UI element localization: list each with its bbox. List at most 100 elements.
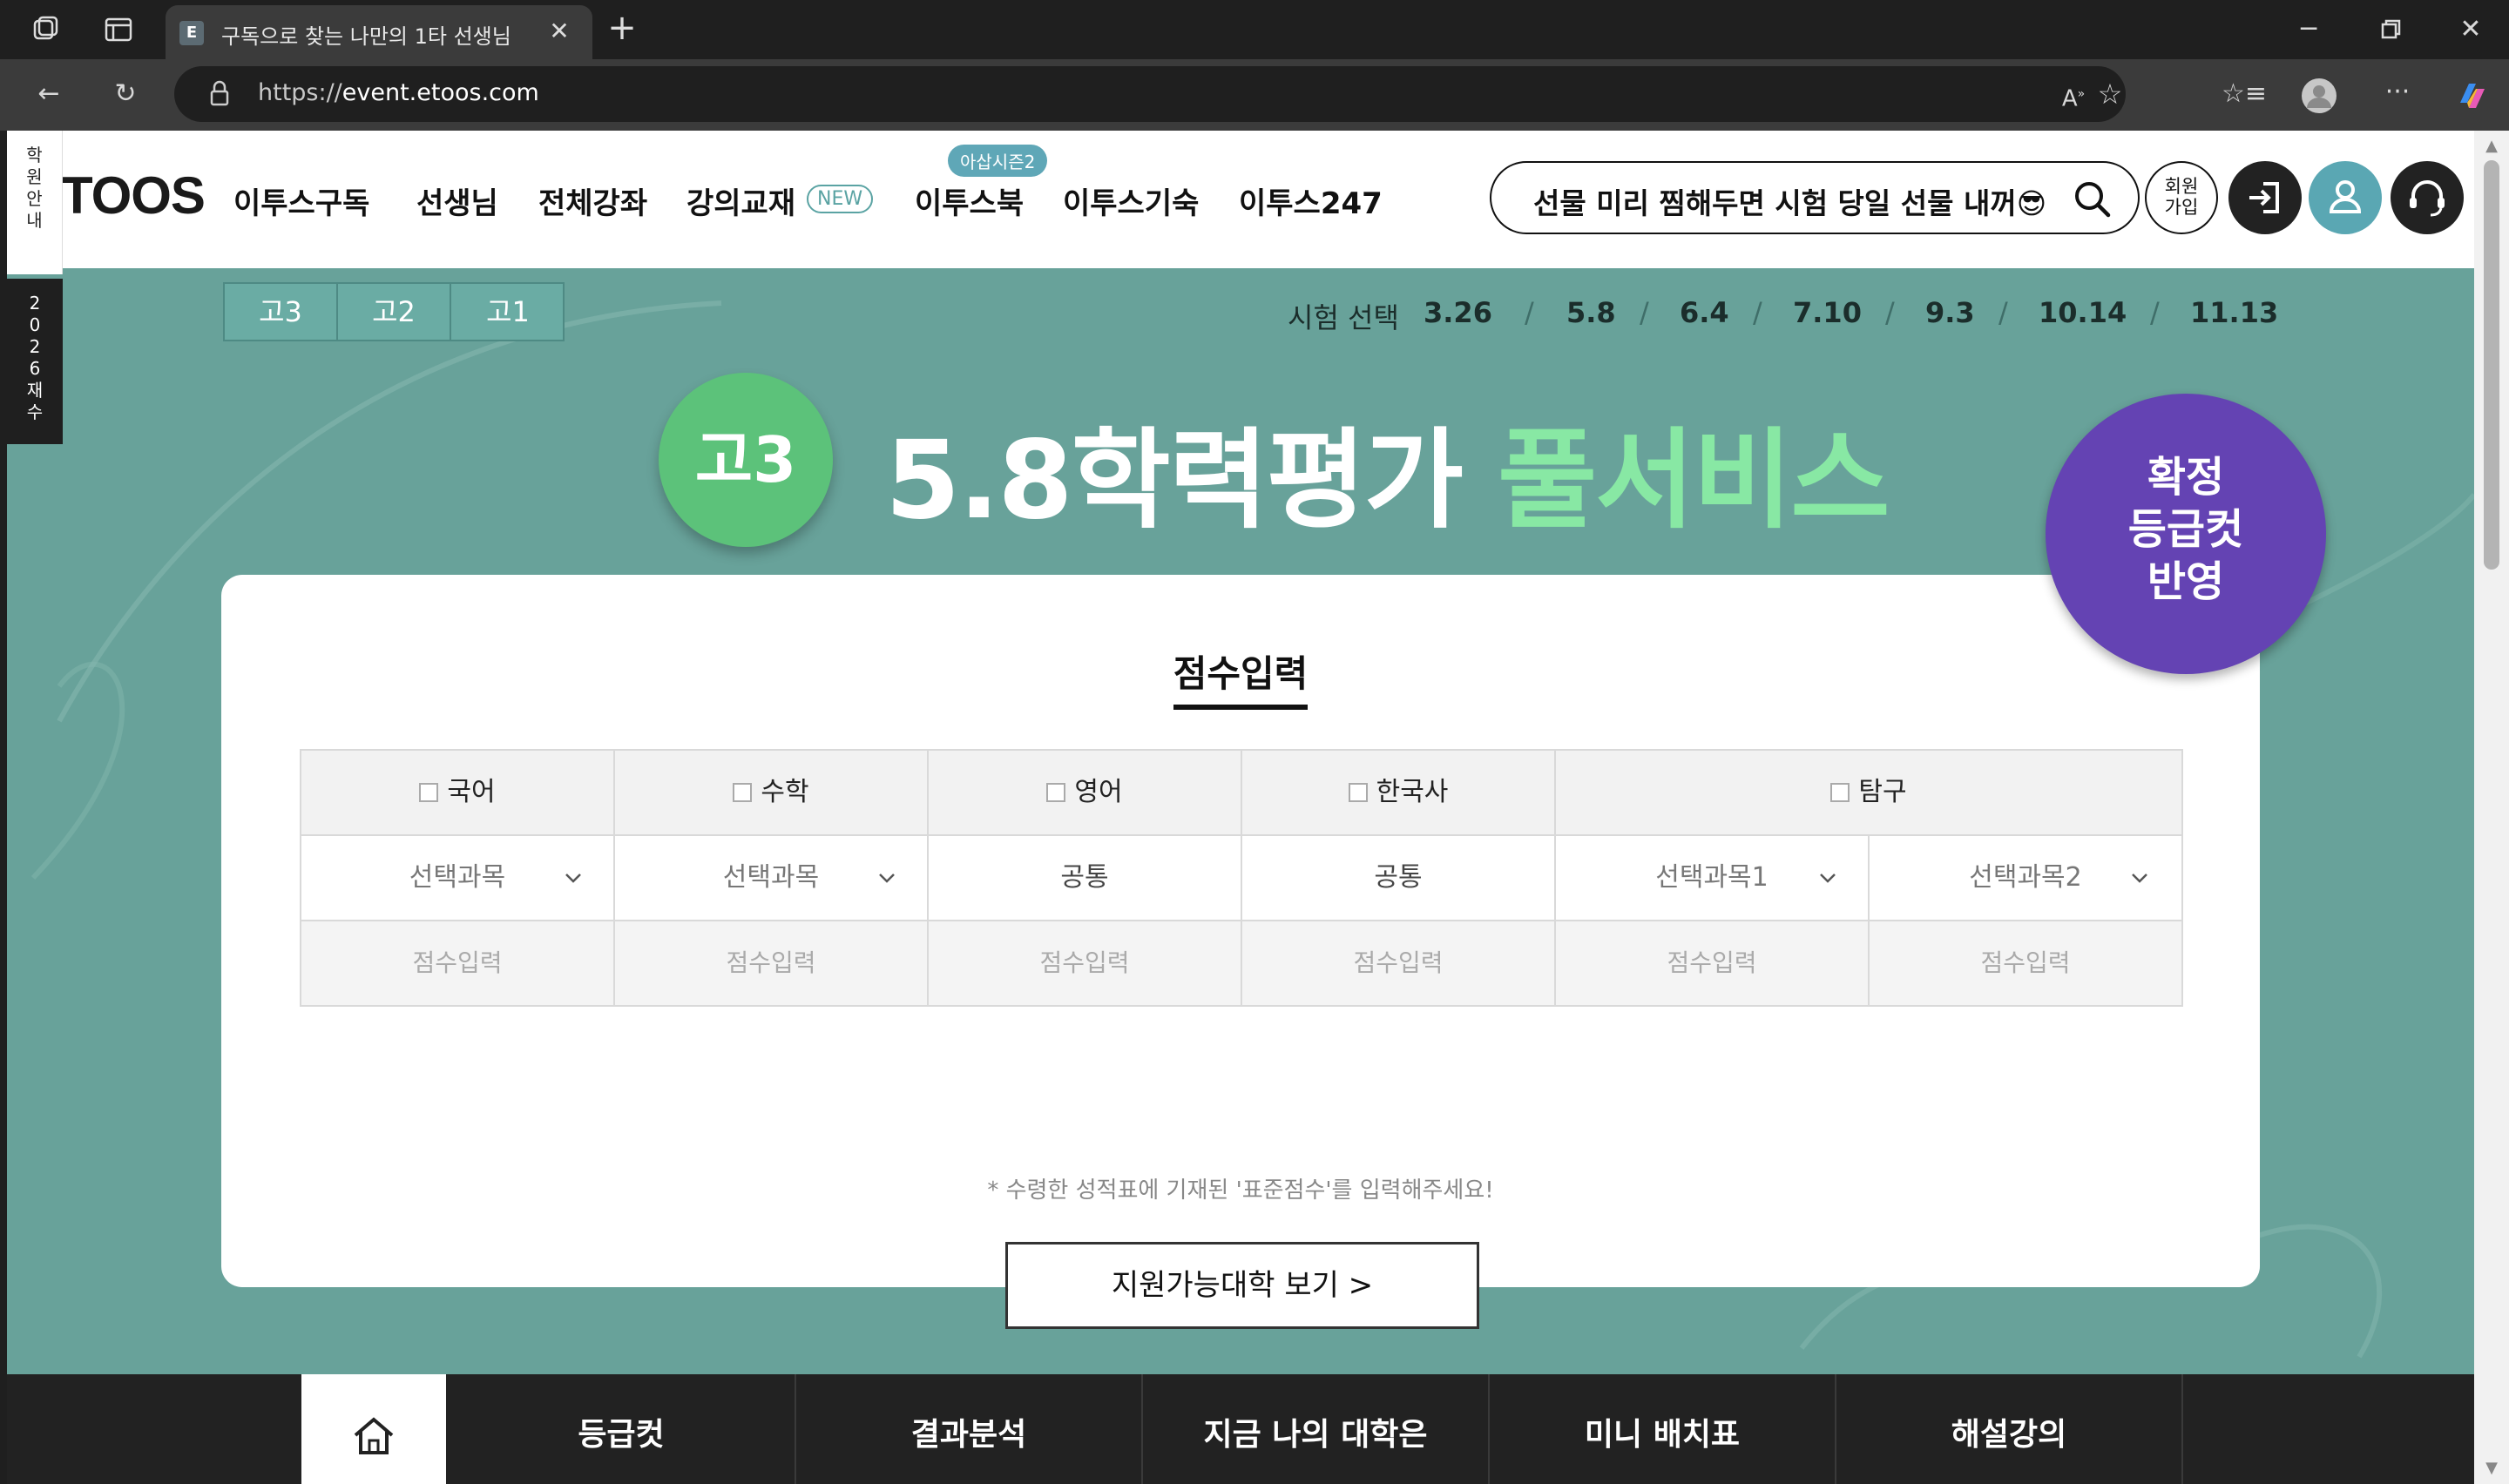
site-header: TOOS 이투스구독 선생님 전체강좌 강의교재 NEW 이투스북 아삽시즌2 …: [7, 131, 2474, 268]
inquiry-elective2-select[interactable]: 선택과목2: [1870, 836, 2181, 921]
workspaces-icon[interactable]: [28, 12, 63, 47]
checkbox-icon[interactable]: [419, 783, 439, 802]
exam-select-label: 시험 선택: [1288, 301, 1399, 334]
academy-info-label: 학원안내: [26, 145, 43, 231]
exam-separator: /: [1885, 296, 1895, 329]
exam-separator: /: [1640, 296, 1649, 329]
history-score-input[interactable]: 점수입력: [1242, 921, 1556, 1005]
bottom-nav-grade-cut[interactable]: 등급컷: [448, 1374, 795, 1484]
search-icon[interactable]: [2072, 179, 2113, 220]
retake-2026-tab[interactable]: 2026재수: [7, 279, 63, 444]
exam-separator: /: [1998, 296, 2008, 329]
exam-date-0508[interactable]: 5.8: [1566, 296, 1616, 329]
nav-item-etoos-book[interactable]: 이투스북: [915, 179, 1024, 222]
korean-score-input[interactable]: 점수입력: [301, 921, 615, 1005]
url-text: https://event.etoos.com: [258, 79, 539, 106]
korean-elective-select[interactable]: 선택과목: [301, 836, 615, 921]
tab-actions-icon[interactable]: [101, 12, 136, 47]
score-table: 국어 수학 영어 한국사 탐구 선택과목 선택과목 공통 공통 선택과목1 선택…: [300, 749, 2183, 1007]
more-menu-icon[interactable]: ···: [2380, 75, 2415, 110]
home-tab[interactable]: [301, 1374, 446, 1484]
exam-date-0604[interactable]: 6.4: [1680, 296, 1729, 329]
subject-header-inquiry[interactable]: 탐구: [1556, 751, 2181, 836]
inquiry2-score-input[interactable]: 점수입력: [1870, 921, 2181, 1005]
english-score-input[interactable]: 점수입력: [929, 921, 1242, 1005]
checkbox-icon[interactable]: [1830, 783, 1850, 802]
confirmed-cutoff-badge: 확정 등급컷 반영: [2046, 394, 2326, 674]
grade-tab-g1[interactable]: 고1: [451, 284, 565, 340]
grade-tab-g3[interactable]: 고3: [225, 284, 338, 340]
score-input-card: 점수입력 국어 수학 영어 한국사 탐구 선택과목 선택과목 공통 공통 선택과…: [221, 575, 2260, 1329]
academy-info-tab[interactable]: 학원안내: [7, 131, 63, 274]
exam-date-0903[interactable]: 9.3: [1925, 296, 1975, 329]
lock-icon[interactable]: [202, 77, 237, 111]
checkbox-icon[interactable]: [1046, 783, 1066, 802]
nav-item-subscription[interactable]: 이투스구독: [233, 179, 369, 222]
read-aloud-icon[interactable]: A»: [2056, 77, 2091, 112]
refresh-icon[interactable]: ↻: [108, 77, 143, 111]
favorite-star-icon[interactable]: ☆: [2093, 77, 2127, 111]
nav-item-all-courses[interactable]: 전체강좌: [538, 179, 647, 222]
hero-title: 5.8학력평가 풀서비스: [885, 392, 1890, 549]
my-page-button[interactable]: [2309, 161, 2382, 234]
promo-search-box[interactable]: 선물 미리 찜해두면 시험 당일 선물 내꺼😎: [1490, 161, 2140, 234]
subject-header-english[interactable]: 영어: [929, 751, 1242, 836]
address-bar[interactable]: https://event.etoos.com A» ☆: [174, 66, 2126, 122]
chevron-down-icon: [565, 874, 581, 883]
bottom-nav-mini-chart[interactable]: 미니 배치표: [1488, 1374, 1835, 1484]
bottom-nav-commentary[interactable]: 해설강의: [1835, 1374, 2181, 1484]
exam-date-0710[interactable]: 7.10: [1793, 296, 1862, 329]
copilot-icon[interactable]: [2453, 77, 2488, 111]
view-universities-button[interactable]: 지원가능대학 보기 >: [1005, 1242, 1479, 1329]
profile-icon[interactable]: [2300, 77, 2337, 113]
login-button[interactable]: [2228, 161, 2302, 234]
address-toolbar: ← ↻ https://event.etoos.com A» ☆ ☆≡ ···: [0, 59, 2509, 131]
minimize-icon[interactable]: ─: [2291, 12, 2326, 47]
exam-date-1014[interactable]: 10.14: [2039, 296, 2127, 329]
customer-center-button[interactable]: [2391, 161, 2464, 234]
page-scrollbar[interactable]: ▲ ▼: [2474, 131, 2509, 1484]
subject-header-math[interactable]: 수학: [615, 751, 929, 836]
subject-header-korean-history[interactable]: 한국사: [1242, 751, 1556, 836]
checkbox-icon[interactable]: [733, 783, 753, 802]
nav-item-textbooks[interactable]: 강의교재: [686, 179, 795, 222]
inquiry-elective1-select[interactable]: 선택과목1: [1556, 836, 1870, 921]
subject-label: 국어: [447, 777, 496, 807]
favorites-list-icon[interactable]: ☆≡: [2222, 77, 2267, 111]
back-icon[interactable]: ←: [31, 77, 66, 111]
nav-item-etoos247[interactable]: 이투스247: [1239, 179, 1383, 222]
grade-tab-g2[interactable]: 고2: [338, 284, 451, 340]
math-score-input[interactable]: 점수입력: [615, 921, 929, 1005]
bottom-nav-result-analysis[interactable]: 결과분석: [795, 1374, 1141, 1484]
select-value: 공통: [1374, 862, 1423, 893]
chevron-down-icon: [879, 874, 895, 883]
subject-header-korean[interactable]: 국어: [301, 751, 615, 836]
hero-grade-badge: 고3: [659, 373, 833, 547]
exam-date-0326[interactable]: 3.26: [1424, 296, 1492, 329]
scroll-up-icon[interactable]: ▲: [2483, 138, 2500, 155]
browser-tab[interactable]: E 구독으로 찾는 나만의 1타 선생님 ✕: [166, 5, 592, 59]
chevron-down-icon: [1820, 874, 1836, 883]
scroll-thumb[interactable]: [2484, 160, 2499, 570]
nav-item-dormitory[interactable]: 이투스기숙: [1063, 179, 1199, 222]
checkbox-icon[interactable]: [1348, 783, 1368, 802]
exam-date-1113[interactable]: 11.13: [2190, 296, 2278, 329]
close-window-icon[interactable]: ✕: [2453, 12, 2488, 47]
site-logo[interactable]: TOOS: [61, 165, 206, 226]
signup-button[interactable]: 회원 가입: [2145, 161, 2218, 234]
restore-icon[interactable]: [2373, 12, 2408, 47]
scroll-down-icon[interactable]: ▼: [2483, 1460, 2500, 1477]
select-value: 공통: [1060, 862, 1109, 893]
new-tab-icon[interactable]: +: [605, 10, 639, 47]
home-icon: [354, 1417, 394, 1454]
chevron-down-icon: [2132, 874, 2147, 883]
subject-label: 한국사: [1376, 777, 1449, 807]
math-elective-select[interactable]: 선택과목: [615, 836, 929, 921]
exam-separator: /: [1525, 296, 1534, 329]
bottom-nav-my-university[interactable]: 지금 나의 대학은: [1141, 1374, 1488, 1484]
nav-item-teachers[interactable]: 선생님: [416, 179, 498, 222]
inquiry1-score-input[interactable]: 점수입력: [1556, 921, 1870, 1005]
close-tab-icon[interactable]: ✕: [542, 14, 577, 49]
new-badge: NEW: [807, 185, 874, 213]
select-value: 선택과목1: [1655, 862, 1768, 893]
